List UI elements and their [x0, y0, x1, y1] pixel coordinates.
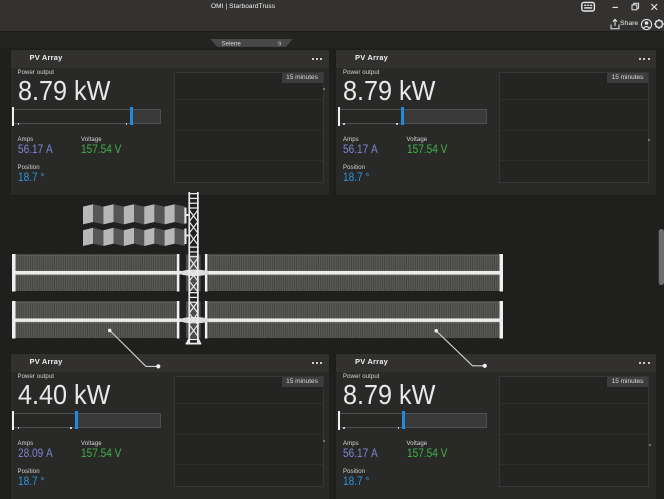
svg-text:Selene: Selene	[222, 40, 242, 47]
svg-text:9: 9	[278, 41, 281, 47]
